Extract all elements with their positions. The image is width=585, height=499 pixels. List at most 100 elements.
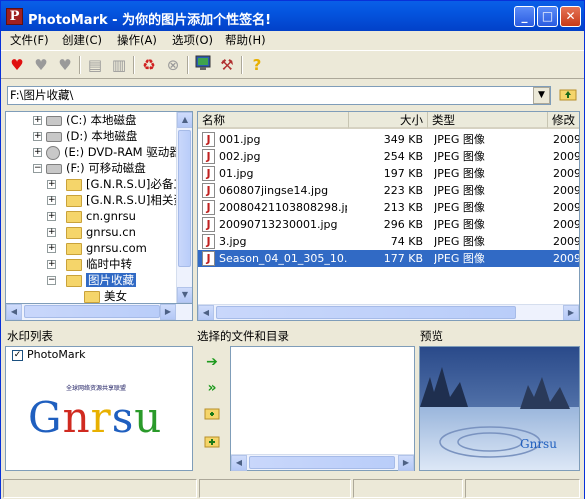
tree-node-folder[interactable]: + [G.N.R.S.U]必备工 [47,176,185,192]
minimize-button[interactable]: _ [514,6,535,27]
file-list-hscrollbar[interactable]: ◀ ▶ [198,304,579,320]
close-button[interactable]: ✕ [560,6,581,27]
tree-node-folder[interactable]: + [G.N.R.S.U]相关资 [47,192,185,208]
file-row[interactable]: J 20090713230001.jpg 296 KB JPEG 图像 2009 [198,216,579,233]
watermark-checkbox[interactable]: ✓ [12,350,23,361]
menu-file[interactable]: 文件(F) [7,32,52,48]
panel-splitter[interactable] [1,323,584,328]
expand-icon[interactable]: + [47,180,56,189]
toolbar-separator [241,56,243,74]
scroll-up-icon[interactable]: ▲ [177,112,192,128]
help-icon[interactable]: ? [247,55,267,75]
tree-node-c[interactable]: + (C:) 本地磁盘 [33,112,137,128]
scroll-left-icon[interactable]: ◀ [231,455,247,471]
jpeg-file-icon: J [202,149,215,164]
scroll-down-icon[interactable]: ▼ [177,287,192,303]
path-bar: F:\图片收藏\ ▼ [1,80,584,110]
double-arrow-right-icon[interactable]: » [202,378,222,398]
tree-node-folder[interactable]: + gnrsu.cn [47,224,136,240]
expand-icon[interactable]: + [47,260,56,269]
stop-icon[interactable]: ⊗ [163,55,183,75]
title-bar[interactable]: P PhotoMark - 为你的图片添加个性签名! _ □ ✕ [1,1,584,31]
scroll-thumb[interactable] [216,306,516,319]
folder-add-icon[interactable] [202,406,222,426]
selected-files-title: 选择的文件和目录 [197,329,289,343]
page-copy-icon[interactable]: ▥ [109,55,129,75]
tree-node-folder[interactable]: + gnrsu.com [47,240,147,256]
scroll-left-icon[interactable]: ◀ [198,305,214,320]
status-panel [465,479,580,498]
tree-hscrollbar[interactable]: ◀ ▶ [5,304,193,321]
app-window: P PhotoMark - 为你的图片添加个性签名! _ □ ✕ 文件(F) 创… [0,0,585,499]
arrow-right-icon[interactable]: ➔ [202,352,222,372]
menu-help[interactable]: 帮助(H) [222,32,269,48]
watermark-list[interactable]: ✓ PhotoMark 全球网络资源共享联盟 Gnrsu [5,346,193,471]
selected-files-list[interactable]: ◀ ▶ [230,346,415,471]
watermark-item-label[interactable]: PhotoMark [27,348,86,361]
file-row[interactable]: J 001.jpg 349 KB JPEG 图像 2009 [198,131,579,148]
tools-icon[interactable]: ⚒ [217,55,237,75]
preview-title: 预览 [420,329,443,343]
scroll-thumb[interactable] [24,305,160,318]
column-header-name[interactable]: 名称 [198,112,349,129]
folder-up-icon[interactable] [557,87,579,105]
tree-node-d[interactable]: + (D:) 本地磁盘 [33,128,137,144]
expand-icon[interactable]: + [47,212,56,221]
heart-gray-icon[interactable]: ♥ [31,55,51,75]
tree-node-e[interactable]: + (E:) DVD-RAM 驱动器 [33,144,181,160]
menu-options[interactable]: 选项(O) [169,32,216,48]
monitor-icon[interactable] [193,55,213,75]
selected-hscrollbar[interactable]: ◀ ▶ [231,454,414,471]
collapse-icon[interactable]: − [33,164,42,173]
file-row-selected[interactable]: J Season_04_01_305_10... 177 KB JPEG 图像 … [198,250,579,267]
expand-icon[interactable]: + [33,132,42,141]
status-panel [353,479,463,498]
tree-scrollbar[interactable]: ▲ ▼ [176,112,192,303]
file-list[interactable]: 名称 大小 类型 修改 J 001.jpg 349 KB JPEG 图像 200… [197,111,580,321]
scroll-thumb[interactable] [249,456,395,469]
scroll-right-icon[interactable]: ▶ [563,305,579,320]
heart-broken-icon[interactable]: ♥ [55,55,75,75]
menu-create[interactable]: 创建(C) [59,32,105,48]
scroll-thumb[interactable] [178,130,191,267]
tree-node-folder[interactable]: + 临时中转 [47,256,132,272]
file-size: 254 KB [383,150,423,163]
file-row[interactable]: J 20080421103808298.jpg 213 KB JPEG 图像 2… [198,199,579,216]
file-row[interactable]: J 01.jpg 197 KB JPEG 图像 2009 [198,165,579,182]
scroll-left-icon[interactable]: ◀ [6,304,22,320]
heart-icon[interactable]: ♥ [7,55,27,75]
expand-icon[interactable]: + [47,228,56,237]
collapse-icon[interactable]: − [47,276,56,285]
maximize-button[interactable]: □ [537,6,558,27]
column-header-modified[interactable]: 修改 [548,112,579,129]
expand-icon[interactable]: + [33,116,42,125]
dvd-drive-icon [46,145,60,160]
scroll-right-icon[interactable]: ▶ [160,304,176,320]
app-icon[interactable]: P [6,8,23,25]
column-header-type[interactable]: 类型 [428,112,548,129]
file-row[interactable]: J 002.jpg 254 KB JPEG 图像 2009 [198,148,579,165]
folder-tree[interactable]: + (C:) 本地磁盘 + (D:) 本地磁盘 + (E:) DVD-RAM 驱… [5,111,193,304]
jpeg-file-icon: J [202,234,215,249]
column-header-size[interactable]: 大小 [349,112,428,129]
tree-node-folder[interactable]: + cn.gnrsu [47,208,136,224]
path-dropdown-button[interactable]: ▼ [533,87,550,104]
jpeg-file-icon: J [202,132,215,147]
file-modified: 2009 [553,150,580,163]
tree-node-f[interactable]: − (F:) 可移动磁盘 [33,160,146,176]
tree-node-folder[interactable]: 美女 [84,288,127,303]
file-row[interactable]: J 060807jingse14.jpg 223 KB JPEG 图像 2009 [198,182,579,199]
file-row[interactable]: J 3.jpg 74 KB JPEG 图像 2009 [198,233,579,250]
expand-icon[interactable]: + [47,244,56,253]
menu-action[interactable]: 操作(A) [114,32,160,48]
file-size: 177 KB [383,252,423,265]
folder-add-all-icon[interactable] [202,434,222,454]
page-add-icon[interactable]: ▤ [85,55,105,75]
scroll-right-icon[interactable]: ▶ [398,455,414,471]
path-input[interactable]: F:\图片收藏\ [7,86,551,105]
expand-icon[interactable]: + [33,148,42,157]
transfer-buttons: ➔ » [197,346,227,471]
expand-icon[interactable]: + [47,196,56,205]
tree-node-folder-selected[interactable]: − 图片收藏 [47,272,136,288]
recycle-icon[interactable]: ♻ [139,55,159,75]
